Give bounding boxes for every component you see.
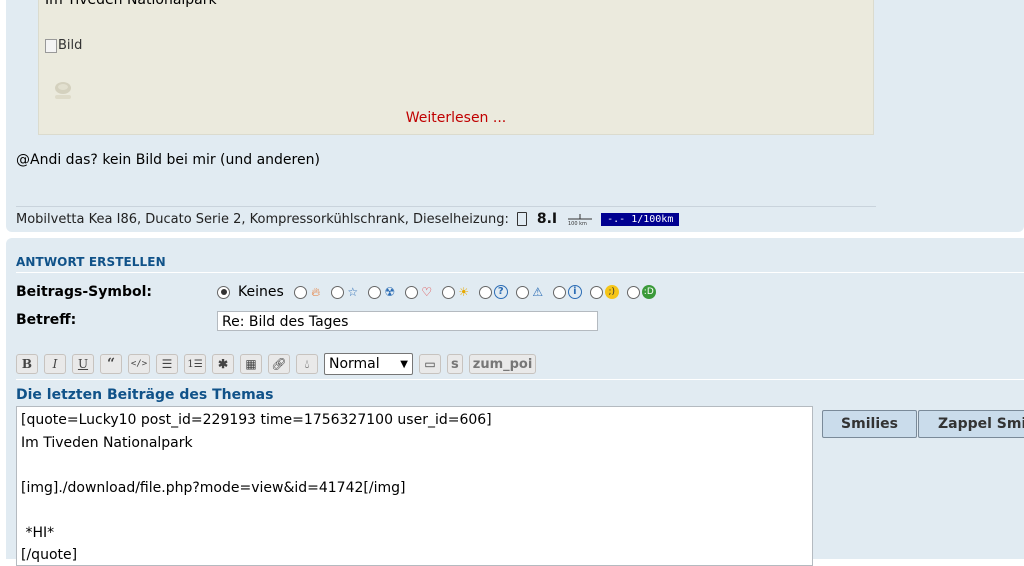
broken-image: Bild	[45, 38, 82, 53]
quote-title: Im Tiveden Nationalpark	[45, 0, 217, 8]
quote-button[interactable]: “	[100, 354, 122, 374]
eco-value: 8.I	[536, 211, 558, 227]
fridge-icon	[516, 212, 527, 226]
image-button[interactable]: ▦	[240, 354, 262, 374]
code-button[interactable]: </>	[128, 354, 150, 374]
grin-smiley-icon: :D	[641, 285, 656, 299]
last-posts-link[interactable]: Die letzten Beiträge des Themas	[16, 387, 273, 403]
fire-icon: 🔥︎	[311, 285, 321, 299]
italic-button[interactable]: I	[44, 354, 66, 374]
subject-input[interactable]: Re: Bild des Tages	[217, 311, 598, 331]
symbol-radio-idea[interactable]	[441, 285, 455, 299]
info-icon: i	[567, 285, 582, 299]
post-symbol-options: Keines 🔥︎ ☆ ☢ ♡ ☀ ? ⚠ i ;) :D	[217, 284, 664, 300]
post-text: @Andi das? kein Bild bei mir (und andere…	[16, 152, 320, 168]
ordered-list-button[interactable]: 1☰	[184, 354, 206, 374]
editor-toolbar: B I U “ </> ☰ 1☰ ✱ ▦ 🔗︎ 💧︎ Normal ▼ ▭ s …	[16, 353, 542, 375]
s-button[interactable]: s	[447, 354, 463, 374]
symbol-radio-star[interactable]	[330, 285, 344, 299]
list-button[interactable]: ☰	[156, 354, 178, 374]
font-size-value: Normal	[329, 356, 380, 372]
underline-button[interactable]: U	[72, 354, 94, 374]
consumption-badge: -.- 1/100km	[601, 212, 680, 226]
broken-image-icon	[45, 38, 57, 53]
post-symbol-label: Beitrags-Symbol:	[16, 284, 153, 300]
star-icon: ☆	[347, 285, 359, 299]
wink-smiley-icon: ;)	[604, 285, 619, 299]
lightbulb-icon: ☀	[458, 285, 470, 299]
reply-panel: ANTWORT ERSTELLEN Beitrags-Symbol: Keine…	[6, 238, 1024, 566]
link-button[interactable]: 🔗︎	[268, 354, 290, 374]
svg-text:100 km: 100 km	[568, 221, 587, 226]
last-posts-divider	[16, 379, 1024, 380]
quote-box: Im Tiveden Nationalpark Bild Weiterlesen…	[38, 0, 874, 135]
post-panel: Im Tiveden Nationalpark Bild Weiterlesen…	[6, 0, 1024, 232]
symbol-none-label: Keines	[238, 284, 284, 300]
symbol-radio-question[interactable]	[478, 285, 492, 299]
reply-heading: ANTWORT ERSTELLEN	[16, 255, 166, 269]
symbol-radio-wink[interactable]	[589, 285, 603, 299]
symbol-radio-fire[interactable]	[293, 285, 307, 299]
symbol-radio-none[interactable]	[217, 285, 230, 299]
zum-poi-button[interactable]: zum_poi	[468, 354, 537, 374]
tab-zappel-smilies[interactable]: Zappel Smilies	[918, 410, 1024, 438]
font-size-select[interactable]: Normal ▼	[324, 353, 413, 375]
read-more-link[interactable]: Weiterlesen ...	[39, 110, 873, 126]
faded-smiley-icon	[55, 82, 71, 99]
symbol-radio-grin[interactable]	[626, 285, 640, 299]
symbol-radio-info[interactable]	[552, 285, 566, 299]
symbol-radio-radioactive[interactable]	[367, 285, 381, 299]
heart-icon: ♡	[421, 285, 433, 299]
symbol-radio-heart[interactable]	[404, 285, 418, 299]
tab-smilies[interactable]: Smilies	[822, 410, 917, 438]
signature-text: Mobilvetta Kea I86, Ducato Serie 2, Komp…	[16, 211, 509, 227]
subject-label: Betreff:	[16, 312, 77, 328]
chevron-down-icon: ▼	[400, 358, 408, 370]
warning-icon: ⚠	[532, 285, 544, 299]
distance-icon: 100 km	[567, 212, 593, 227]
signature-divider	[16, 206, 876, 207]
reply-heading-divider	[16, 272, 1024, 273]
symbol-radio-warning[interactable]	[515, 285, 529, 299]
color-button[interactable]: 💧︎	[296, 354, 318, 374]
question-icon: ?	[493, 285, 508, 299]
list-item-button[interactable]: ✱	[212, 354, 234, 374]
broken-image-alt: Bild	[58, 38, 83, 53]
bold-button[interactable]: B	[16, 354, 38, 374]
signature: Mobilvetta Kea I86, Ducato Serie 2, Komp…	[16, 211, 680, 227]
message-textarea[interactable]: [quote=Lucky10 post_id=229193 time=17563…	[16, 406, 813, 566]
monitor-button[interactable]: ▭	[419, 354, 441, 374]
radioactive-icon: ☢	[384, 285, 396, 299]
